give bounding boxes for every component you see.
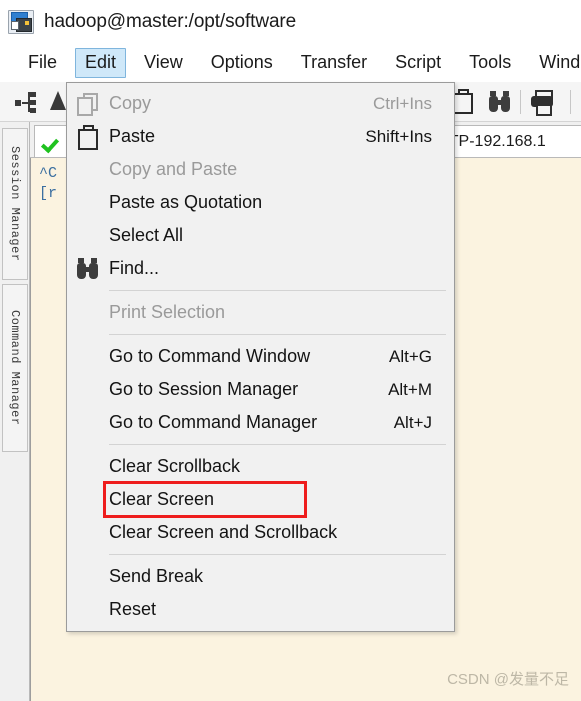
menu-separator bbox=[109, 334, 446, 335]
menu-item-go-to-command-manager[interactable]: Go to Command Manager Alt+J bbox=[67, 406, 454, 439]
page-title: hadoop@master:/opt/software bbox=[44, 11, 297, 32]
menu-separator bbox=[109, 444, 446, 445]
menu-item-go-to-command-window[interactable]: Go to Command Window Alt+G bbox=[67, 340, 454, 373]
menu-bar: File Edit View Options Transfer Script T… bbox=[0, 44, 581, 82]
title-bar: hadoop@master:/opt/software bbox=[0, 0, 581, 44]
connect-node-icon[interactable] bbox=[14, 89, 40, 115]
menu-item-paste[interactable]: Paste Shift+Ins bbox=[67, 120, 454, 153]
paste-icon[interactable] bbox=[452, 89, 478, 115]
menu-item-select-all[interactable]: Select All bbox=[67, 219, 454, 252]
menu-item-find[interactable]: Find... bbox=[67, 252, 454, 285]
menubar-item-window[interactable]: Wind bbox=[529, 48, 581, 78]
find-binoculars-icon[interactable] bbox=[488, 89, 514, 115]
menu-item-clear-screen-and-scrollback[interactable]: Clear Screen and Scrollback bbox=[67, 516, 454, 549]
menubar-item-view[interactable]: View bbox=[134, 48, 193, 78]
session-tab-active[interactable] bbox=[34, 125, 70, 157]
menu-separator bbox=[109, 554, 446, 555]
menu-item-print-selection[interactable]: Print Selection bbox=[67, 296, 454, 329]
menu-item-paste-as-quotation[interactable]: Paste as Quotation bbox=[67, 186, 454, 219]
menu-item-paste-accel: Shift+Ins bbox=[365, 126, 432, 146]
sidebar-tab-command-manager[interactable]: Command Manager bbox=[2, 284, 28, 452]
menubar-item-options[interactable]: Options bbox=[201, 48, 283, 78]
watermark-text: CSDN @发量不足 bbox=[447, 671, 569, 688]
copy-icon bbox=[67, 87, 109, 120]
menu-separator bbox=[109, 290, 446, 291]
menubar-item-tools[interactable]: Tools bbox=[459, 48, 521, 78]
menu-item-go-to-command-window-accel: Alt+G bbox=[389, 346, 432, 366]
sidebar-tab-session-manager-label: Session Manager bbox=[8, 146, 22, 262]
menu-item-reset[interactable]: Reset bbox=[67, 593, 454, 626]
menubar-item-script[interactable]: Script bbox=[385, 48, 451, 78]
session-tab-ftp-label: FTP-192.168.1 bbox=[439, 132, 546, 150]
menu-item-copy-accel: Ctrl+Ins bbox=[372, 93, 432, 113]
menu-item-go-to-session-manager[interactable]: Go to Session Manager Alt+M bbox=[67, 373, 454, 406]
menubar-item-edit[interactable]: Edit bbox=[75, 48, 127, 78]
menu-item-clear-screen[interactable]: Clear Screen bbox=[103, 481, 307, 518]
menu-item-send-break[interactable]: Send Break bbox=[67, 560, 454, 593]
sidebar-tab-session-manager[interactable]: Session Manager bbox=[2, 128, 28, 280]
edit-dropdown-menu: Copy Ctrl+Ins Paste Shift+Ins Copy and P… bbox=[66, 82, 455, 632]
menubar-item-file[interactable]: File bbox=[18, 48, 67, 78]
green-check-icon bbox=[43, 133, 61, 151]
securecrt-app-icon bbox=[8, 9, 34, 35]
find-binoculars-icon bbox=[67, 252, 109, 285]
print-icon[interactable] bbox=[530, 89, 556, 116]
sidebar-tab-command-manager-label: Command Manager bbox=[8, 310, 22, 426]
menubar-item-transfer[interactable]: Transfer bbox=[291, 48, 377, 78]
paste-icon bbox=[67, 120, 109, 153]
left-tab-strip: Session Manager Command Manager bbox=[0, 122, 30, 701]
menu-item-clear-scrollback[interactable]: Clear Scrollback bbox=[67, 450, 454, 483]
menu-item-copy[interactable]: Copy Ctrl+Ins bbox=[67, 87, 454, 120]
menu-item-go-to-session-manager-accel: Alt+M bbox=[388, 379, 432, 399]
menu-item-go-to-command-manager-accel: Alt+J bbox=[393, 412, 432, 432]
menu-item-copy-and-paste[interactable]: Copy and Paste bbox=[67, 153, 454, 186]
